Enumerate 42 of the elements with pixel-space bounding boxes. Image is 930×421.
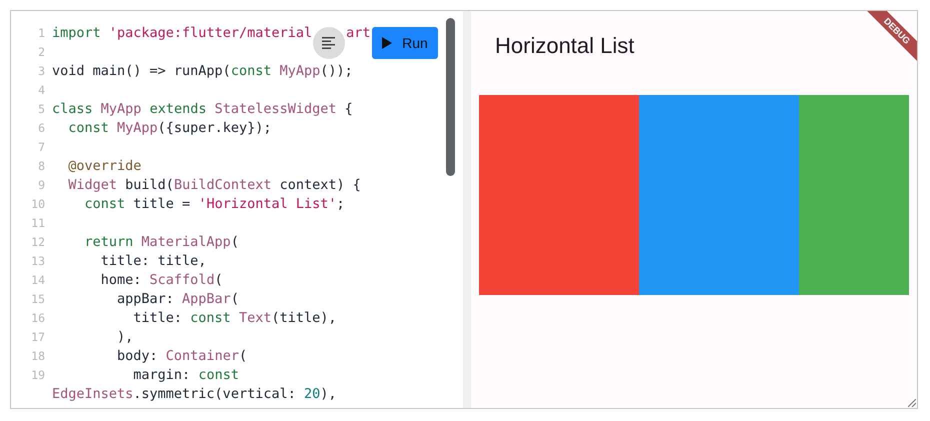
line-number: 14 bbox=[30, 272, 46, 289]
format-button[interactable] bbox=[313, 27, 345, 59]
code-line: void main() => runApp(const MyApp()); bbox=[52, 62, 353, 81]
code-line: ), bbox=[116, 328, 134, 347]
line-number: 6 bbox=[37, 120, 46, 137]
line-number: 11 bbox=[30, 215, 46, 232]
run-button[interactable]: Run bbox=[372, 27, 438, 59]
code-line: home: Scaffold( bbox=[100, 271, 223, 290]
code-line: Widget build(BuildContext context) { bbox=[67, 176, 361, 195]
code-line: const title = 'Horizontal List'; bbox=[84, 195, 345, 214]
code-line: body: Container( bbox=[116, 347, 248, 366]
code-line: @override bbox=[67, 157, 142, 176]
code-line: return MaterialApp( bbox=[84, 233, 239, 252]
line-number: 1 bbox=[37, 25, 46, 42]
line-number: 16 bbox=[30, 310, 46, 327]
line-number: 2 bbox=[37, 44, 46, 61]
line-number: 5 bbox=[37, 101, 46, 118]
line-number: 18 bbox=[30, 348, 46, 365]
line-number: 9 bbox=[37, 177, 46, 194]
code-line: title: const Text(title), bbox=[132, 309, 336, 328]
line-number: 10 bbox=[30, 196, 46, 213]
align-left-icon bbox=[322, 37, 336, 49]
line-number: 17 bbox=[30, 329, 46, 346]
code-line: margin: const bbox=[132, 366, 239, 385]
code-line: appBar: AppBar( bbox=[116, 290, 239, 309]
line-number: 13 bbox=[30, 253, 46, 270]
code-line: import 'package:flutter/material art bbox=[52, 24, 370, 43]
code-line: EdgeInsets.symmetric(vertical: 20), bbox=[52, 385, 336, 404]
code-line: title: title, bbox=[100, 252, 206, 271]
resize-handle-icon[interactable] bbox=[908, 399, 916, 407]
code-line: class MyApp extends StatelessWidget { bbox=[52, 100, 353, 119]
line-number: 3 bbox=[37, 63, 46, 80]
app-bar-title: Horizontal List bbox=[495, 32, 636, 60]
code-line: const MyApp({super.key}); bbox=[67, 119, 272, 138]
play-icon bbox=[382, 37, 392, 49]
line-number: 4 bbox=[37, 82, 46, 99]
line-number: 12 bbox=[30, 234, 46, 251]
scrollbar[interactable] bbox=[446, 18, 455, 176]
line-number: 19 bbox=[30, 367, 46, 384]
line-number: 8 bbox=[37, 158, 46, 175]
line-number: 15 bbox=[30, 291, 46, 308]
line-number: 7 bbox=[37, 139, 46, 156]
